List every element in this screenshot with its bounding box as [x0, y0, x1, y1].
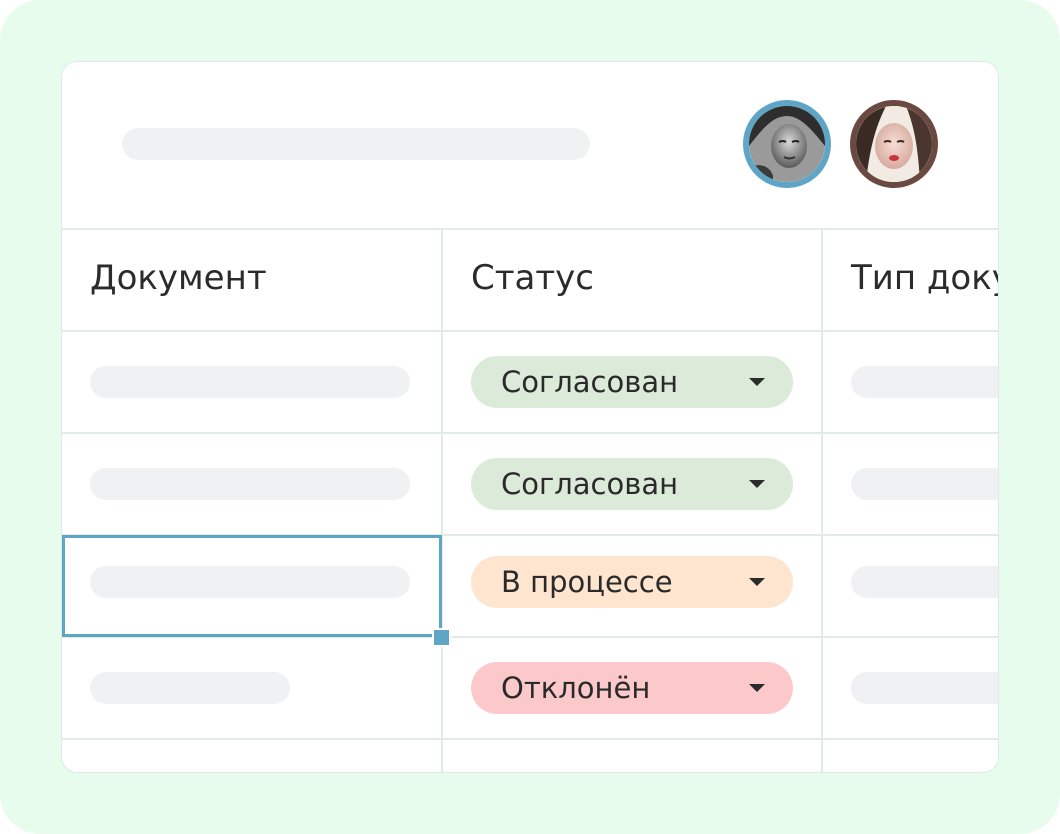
status-label: Согласован	[501, 365, 679, 399]
document-name-placeholder[interactable]	[90, 672, 290, 704]
row-divider	[62, 738, 998, 740]
fill-handle[interactable]	[432, 628, 451, 647]
documents-card: Документ Статус Тип доку Согласован Согл…	[61, 61, 999, 773]
column-header-document[interactable]: Документ	[90, 258, 267, 298]
status-label: В процессе	[501, 565, 673, 599]
chevron-down-icon	[749, 684, 765, 692]
status-label: Отклонён	[501, 671, 651, 705]
avatar-photo-icon	[749, 106, 825, 182]
row-divider	[62, 432, 998, 434]
column-header-document-type[interactable]: Тип доку	[851, 258, 998, 298]
table-top-border	[62, 228, 998, 230]
column-divider	[441, 230, 443, 772]
document-type-placeholder[interactable]	[851, 672, 998, 704]
status-label: Согласован	[501, 467, 679, 501]
column-header-status[interactable]: Статус	[471, 258, 594, 298]
chevron-down-icon	[749, 378, 765, 386]
avatar-photo-icon	[856, 106, 932, 182]
status-dropdown[interactable]: В процессе	[471, 556, 793, 608]
status-dropdown[interactable]: Отклонён	[471, 662, 793, 714]
document-type-placeholder[interactable]	[851, 566, 998, 598]
user-avatar-1[interactable]	[743, 100, 831, 188]
chevron-down-icon	[749, 578, 765, 586]
user-avatar-2[interactable]	[850, 100, 938, 188]
row-divider	[62, 330, 998, 332]
document-type-placeholder[interactable]	[851, 366, 998, 398]
document-type-placeholder[interactable]	[851, 468, 998, 500]
selected-cell-outline[interactable]	[62, 535, 442, 637]
status-dropdown[interactable]: Согласован	[471, 356, 793, 408]
page-background: Документ Статус Тип доку Согласован Согл…	[0, 0, 1060, 834]
document-name-placeholder[interactable]	[90, 468, 410, 500]
status-dropdown[interactable]: Согласован	[471, 458, 793, 510]
document-name-placeholder[interactable]	[90, 366, 410, 398]
chevron-down-icon	[749, 480, 765, 488]
title-placeholder	[122, 128, 590, 160]
column-divider	[821, 230, 823, 772]
